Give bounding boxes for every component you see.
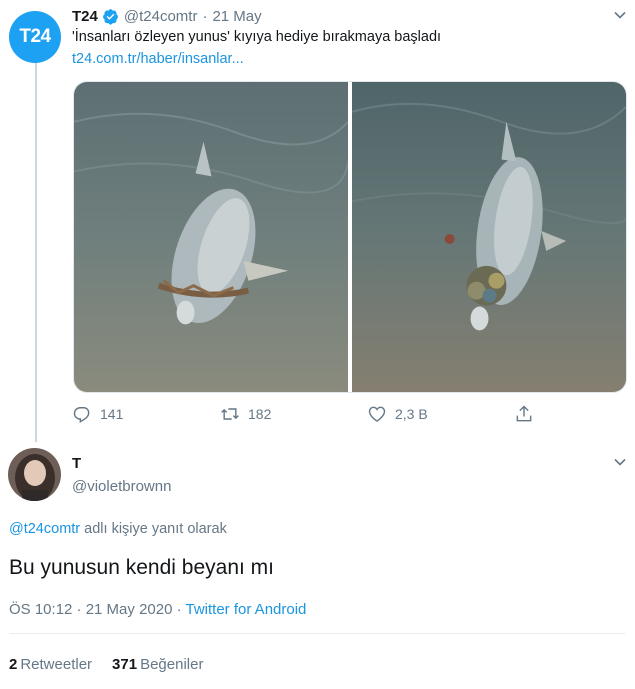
reply-stats: 2 Retweetler 371 Beğeniler bbox=[9, 656, 203, 673]
like-count: 2,3 B bbox=[395, 406, 428, 422]
reply-client[interactable]: Twitter for Android bbox=[186, 601, 307, 618]
replying-to: @t24comtr adlı kişiye yanıt olarak bbox=[9, 521, 227, 537]
retweets-stat-label: Retweetler bbox=[20, 656, 93, 673]
chevron-down-icon[interactable] bbox=[613, 455, 627, 469]
t24-avatar[interactable]: T24 bbox=[9, 11, 61, 63]
reply-author-avatar[interactable] bbox=[8, 448, 61, 501]
like-action[interactable]: 2,3 B bbox=[367, 404, 428, 424]
retweet-action[interactable]: 182 bbox=[220, 404, 271, 424]
reply-text: Bu yunusun kendi beyanı mı bbox=[9, 556, 275, 579]
likes-stat-count: 371 bbox=[112, 656, 138, 673]
reply-count: 141 bbox=[100, 406, 124, 422]
retweet-count: 182 bbox=[248, 406, 272, 422]
heart-icon bbox=[368, 406, 386, 422]
tweet-date[interactable]: 21 May bbox=[212, 8, 261, 25]
tweet-header: T24 @t24comtr · 21 May bbox=[72, 6, 625, 26]
likes-stat-label: Beğeniler bbox=[140, 656, 204, 673]
tweet-media[interactable] bbox=[73, 81, 627, 393]
author-handle[interactable]: @t24comtr bbox=[124, 8, 198, 25]
divider bbox=[9, 633, 625, 634]
tweet-actions: 141 182 2,3 B bbox=[72, 404, 552, 426]
thread-line bbox=[35, 62, 37, 442]
separator-dot: · bbox=[202, 7, 208, 25]
replying-to-label: adlı kişiye yanıt olarak bbox=[80, 521, 227, 537]
tweet-text: 'İnsanları özleyen yunus' kıyıya hediye … bbox=[72, 29, 442, 45]
retweet-icon bbox=[221, 408, 239, 420]
author-name[interactable]: T24 bbox=[72, 8, 98, 25]
share-action[interactable] bbox=[514, 404, 534, 424]
chevron-down-icon[interactable] bbox=[613, 8, 627, 22]
retweets-stat-count: 2 bbox=[9, 656, 18, 673]
reply-timestamp[interactable]: ÖS 10:12 · 21 May 2020 · bbox=[9, 601, 186, 618]
reply-author-name[interactable]: T bbox=[72, 455, 81, 472]
likes-stat[interactable]: 371 Beğeniler bbox=[112, 656, 203, 673]
retweets-stat[interactable]: 2 Retweetler bbox=[9, 656, 92, 673]
dolphin-photo-right[interactable] bbox=[352, 82, 626, 392]
share-icon bbox=[516, 405, 532, 422]
reply-author-handle[interactable]: @violetbrownn bbox=[72, 478, 171, 495]
reply-meta: ÖS 10:12 · 21 May 2020 · Twitter for And… bbox=[9, 601, 306, 618]
verified-badge-icon bbox=[102, 8, 118, 25]
replying-to-handle[interactable]: @t24comtr bbox=[9, 521, 80, 537]
dolphin-photo-left[interactable] bbox=[74, 82, 348, 392]
reply-action[interactable]: 141 bbox=[72, 404, 123, 424]
reply-icon bbox=[73, 407, 90, 424]
tweet-link[interactable]: t24.com.tr/haber/insanlar... bbox=[72, 51, 244, 67]
